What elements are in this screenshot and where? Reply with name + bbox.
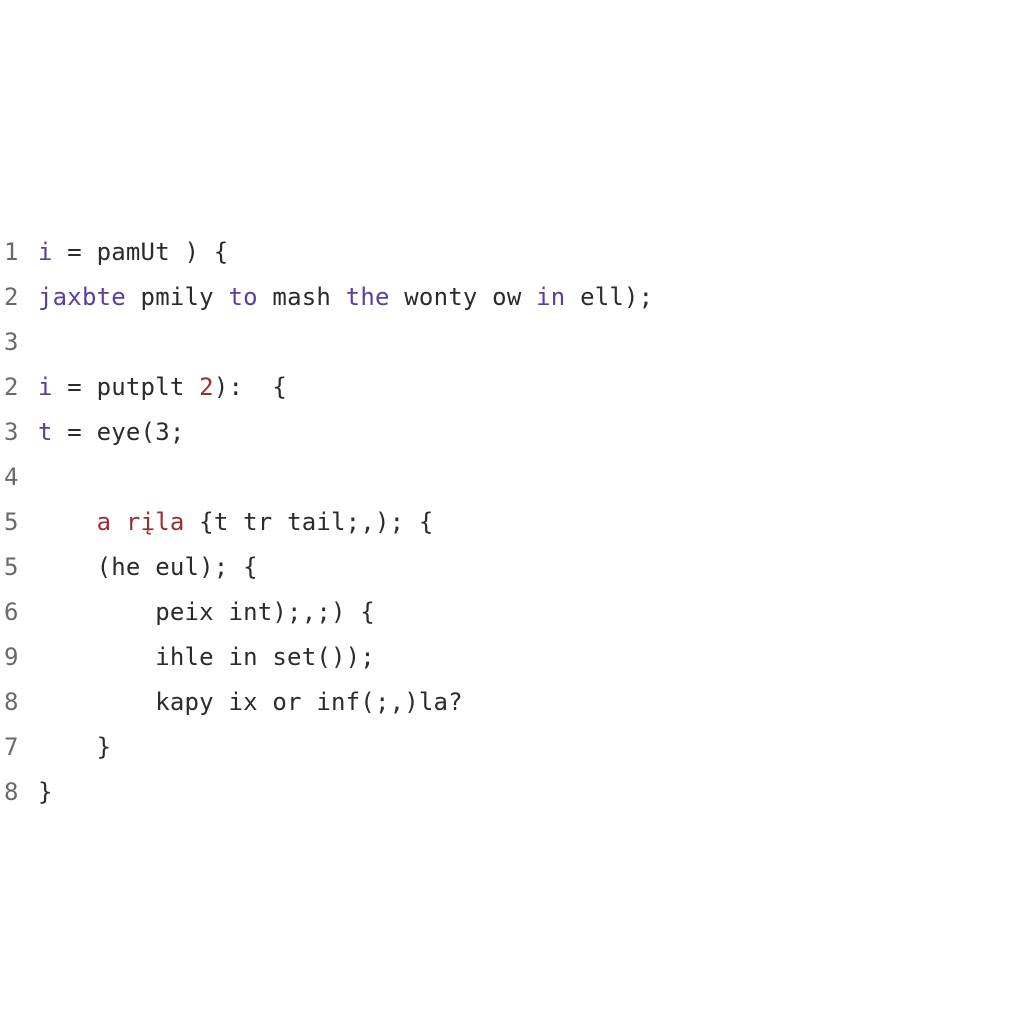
- line-number: 1: [0, 230, 34, 275]
- line-number: 9: [0, 635, 34, 680]
- indent: [38, 553, 97, 581]
- code-line[interactable]: 7 }: [0, 725, 1024, 770]
- code-token: jaxbte: [38, 283, 126, 311]
- code-token: rįla: [126, 508, 185, 536]
- line-number: 6: [0, 590, 34, 635]
- code-token: in: [536, 283, 565, 311]
- code-content[interactable]: ihle in set());: [34, 635, 375, 680]
- code-token: pmily: [126, 283, 229, 311]
- code-line[interactable]: 3: [0, 320, 1024, 365]
- code-token: a: [97, 508, 112, 536]
- code-token: mash: [258, 283, 346, 311]
- code-token: = pamUt ) {: [53, 238, 229, 266]
- code-token: {t tr tail;,); {: [185, 508, 434, 536]
- code-token: }: [97, 733, 112, 761]
- code-line[interactable]: 3t = eye(3;: [0, 410, 1024, 455]
- code-line[interactable]: 4: [0, 455, 1024, 500]
- indent: [38, 508, 97, 536]
- code-token: wonty ow: [390, 283, 537, 311]
- code-token: 2: [199, 373, 214, 401]
- code-token: to: [228, 283, 257, 311]
- line-number: 4: [0, 455, 34, 500]
- code-token: t: [38, 418, 53, 446]
- code-token: }: [38, 778, 53, 806]
- code-content[interactable]: t = eye(3;: [34, 410, 185, 455]
- line-number: 3: [0, 410, 34, 455]
- code-line[interactable]: 2i = putplt 2): {: [0, 365, 1024, 410]
- code-line[interactable]: 1i = pamUt ) {: [0, 230, 1024, 275]
- line-number: 8: [0, 770, 34, 815]
- code-token: = eye(: [53, 418, 156, 446]
- code-editor[interactable]: 1i = pamUt ) {2jaxbte pmily to mash the …: [0, 230, 1024, 815]
- indent: [38, 688, 155, 716]
- code-content[interactable]: (he eul); {: [34, 545, 258, 590]
- code-content[interactable]: a rįla {t tr tail;,); {: [34, 500, 434, 545]
- code-line[interactable]: 8}: [0, 770, 1024, 815]
- code-token: i: [38, 238, 53, 266]
- code-content[interactable]: i = pamUt ) {: [34, 230, 228, 275]
- line-number: 2: [0, 365, 34, 410]
- code-token: kapy ix or inf(;,)la?: [155, 688, 463, 716]
- code-line[interactable]: 8 kapy ix or inf(;,)la?: [0, 680, 1024, 725]
- code-content[interactable]: }: [34, 725, 111, 770]
- code-line[interactable]: 5 (he eul); {: [0, 545, 1024, 590]
- indent: [38, 733, 97, 761]
- indent: [38, 598, 155, 626]
- code-token: = putplt: [53, 373, 200, 401]
- code-token: ;: [170, 418, 185, 446]
- code-line[interactable]: 5 a rįla {t tr tail;,); {: [0, 500, 1024, 545]
- code-token: ell);: [565, 283, 653, 311]
- code-content[interactable]: jaxbte pmily to mash the wonty ow in ell…: [34, 275, 653, 320]
- line-number: 7: [0, 725, 34, 770]
- code-line[interactable]: 6 peix int);,;) {: [0, 590, 1024, 635]
- code-content[interactable]: peix int);,;) {: [34, 590, 375, 635]
- code-line[interactable]: 9 ihle in set());: [0, 635, 1024, 680]
- code-token: 3: [155, 418, 170, 446]
- code-content[interactable]: kapy ix or inf(;,)la?: [34, 680, 463, 725]
- line-number: 5: [0, 500, 34, 545]
- code-token: the: [346, 283, 390, 311]
- code-content[interactable]: }: [34, 770, 53, 815]
- code-token: ): {: [214, 373, 287, 401]
- indent: [38, 643, 155, 671]
- code-line[interactable]: 2jaxbte pmily to mash the wonty ow in el…: [0, 275, 1024, 320]
- code-token: i: [38, 373, 53, 401]
- code-token: peix int);,;) {: [155, 598, 375, 626]
- code-token: ihle in set());: [155, 643, 375, 671]
- line-number: 8: [0, 680, 34, 725]
- code-token: (he eul); {: [97, 553, 258, 581]
- code-content[interactable]: i = putplt 2): {: [34, 365, 287, 410]
- line-number: 5: [0, 545, 34, 590]
- code-token: [111, 508, 126, 536]
- line-number: 3: [0, 320, 34, 365]
- line-number: 2: [0, 275, 34, 320]
